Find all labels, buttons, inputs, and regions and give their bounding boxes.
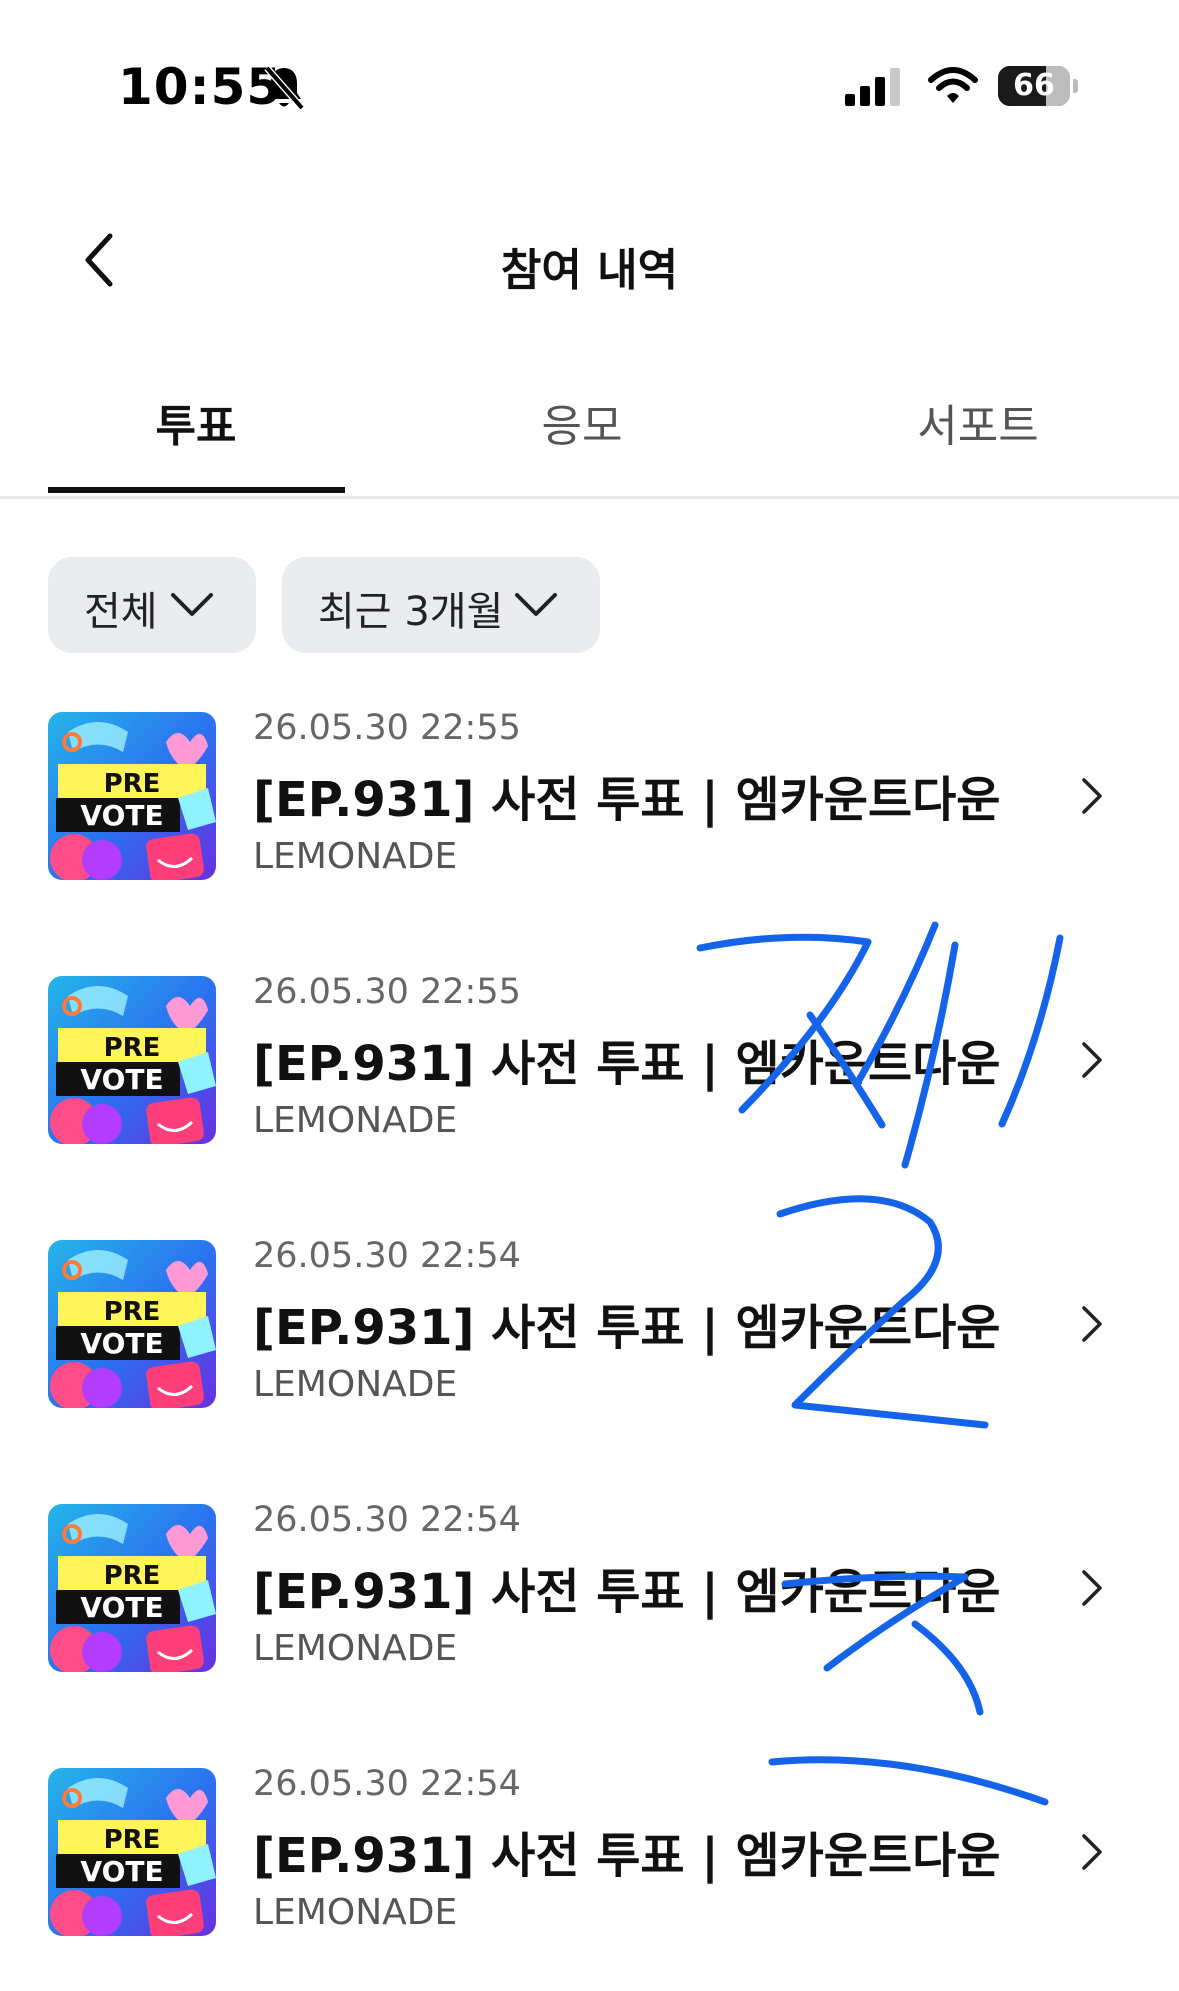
battery-body: 66 [998,66,1070,106]
svg-text:PRE: PRE [104,1825,161,1855]
item-date: 26.05.30 22:54 [253,1764,521,1804]
tab-vote[interactable]: 투표 [46,390,346,454]
bell-slash-icon [264,65,305,111]
svg-text:PRE: PRE [104,769,161,799]
svg-text:PRE: PRE [104,1297,161,1327]
chevron-right-icon [1082,1306,1102,1342]
svg-text:VOTE: VOTE [80,1063,163,1096]
list-item[interactable]: PRE VOTE 26.05.30 22:54 [EP.931] 사전 투표 |… [0,1236,1179,1440]
chevron-left-icon [85,233,113,287]
tab-support[interactable]: 서포트 [828,390,1128,454]
chevron-down-icon [171,593,213,616]
item-title: [EP.931] 사전 투표 | 엠카운트다운 [253,1828,1001,1884]
vote-thumbnail: PRE VOTE [48,1504,216,1672]
svg-text:PRE: PRE [104,1033,161,1063]
status-time: 10:55 [118,58,283,116]
item-title: [EP.931] 사전 투표 | 엠카운트다운 [253,1564,1001,1620]
item-artist: LEMONADE [253,1892,458,1933]
item-date: 26.05.30 22:54 [253,1500,521,1540]
list-item[interactable]: PRE VOTE 26.05.30 22:54 [EP.931] 사전 투표 |… [0,1764,1179,1968]
svg-text:VOTE: VOTE [80,1591,163,1624]
item-title: [EP.931] 사전 투표 | 엠카운트다운 [253,1036,1001,1092]
svg-text:VOTE: VOTE [80,1327,163,1360]
battery-percent: 66 [1013,68,1055,103]
active-tab-indicator [48,487,345,493]
item-title: [EP.931] 사전 투표 | 엠카운트다운 [253,772,1001,828]
nav-bar: 참여 내역 [0,200,1179,320]
item-artist: LEMONADE [253,1628,458,1669]
tab-entry[interactable]: 응모 [432,390,732,454]
vote-thumbnail: PRE VOTE [48,1768,216,1936]
vote-thumbnail: PRE VOTE [48,1240,216,1408]
list-item[interactable]: PRE VOTE 26.05.30 22:54 [EP.931] 사전 투표 |… [0,1500,1179,1704]
chevron-right-icon [1082,1570,1102,1606]
tab-bar: 투표 응모 서포트 [0,370,1179,499]
battery-indicator: 66 [998,66,1078,106]
item-title: [EP.931] 사전 투표 | 엠카운트다운 [253,1300,1001,1356]
chevron-right-icon [1082,1834,1102,1870]
list-item[interactable]: PRE VOTE 26.05.30 22:55 [EP.931] 사전 투표 |… [0,708,1179,912]
chevron-right-icon [1082,778,1102,814]
list-item[interactable]: PRE VOTE 26.05.30 22:55 [EP.931] 사전 투표 |… [0,972,1179,1176]
vote-thumbnail: PRE VOTE [48,712,216,880]
page-title: 참여 내역 [500,245,679,296]
status-bar: 10:55 66 [0,0,1179,160]
svg-text:VOTE: VOTE [80,1855,163,1888]
period-filter-label: 최근 3개월 [318,589,504,635]
category-filter-label: 전체 [84,589,158,635]
item-artist: LEMONADE [253,1100,458,1141]
period-filter[interactable]: 최근 3개월 [282,557,600,653]
chevron-right-icon [1082,1042,1102,1078]
item-date: 26.05.30 22:54 [253,1236,521,1276]
chevron-down-icon [515,593,557,616]
wifi-icon [928,67,978,103]
category-filter[interactable]: 전체 [48,557,256,653]
svg-text:PRE: PRE [104,1561,161,1591]
vote-thumbnail: PRE VOTE [48,976,216,1144]
item-artist: LEMONADE [253,1364,458,1405]
battery-tip [1073,79,1078,93]
item-date: 26.05.30 22:55 [253,972,521,1012]
svg-text:VOTE: VOTE [80,799,163,832]
item-date: 26.05.30 22:55 [253,708,521,748]
item-artist: LEMONADE [253,836,458,877]
back-button[interactable] [70,230,130,290]
cellular-signal-icon [845,68,900,106]
